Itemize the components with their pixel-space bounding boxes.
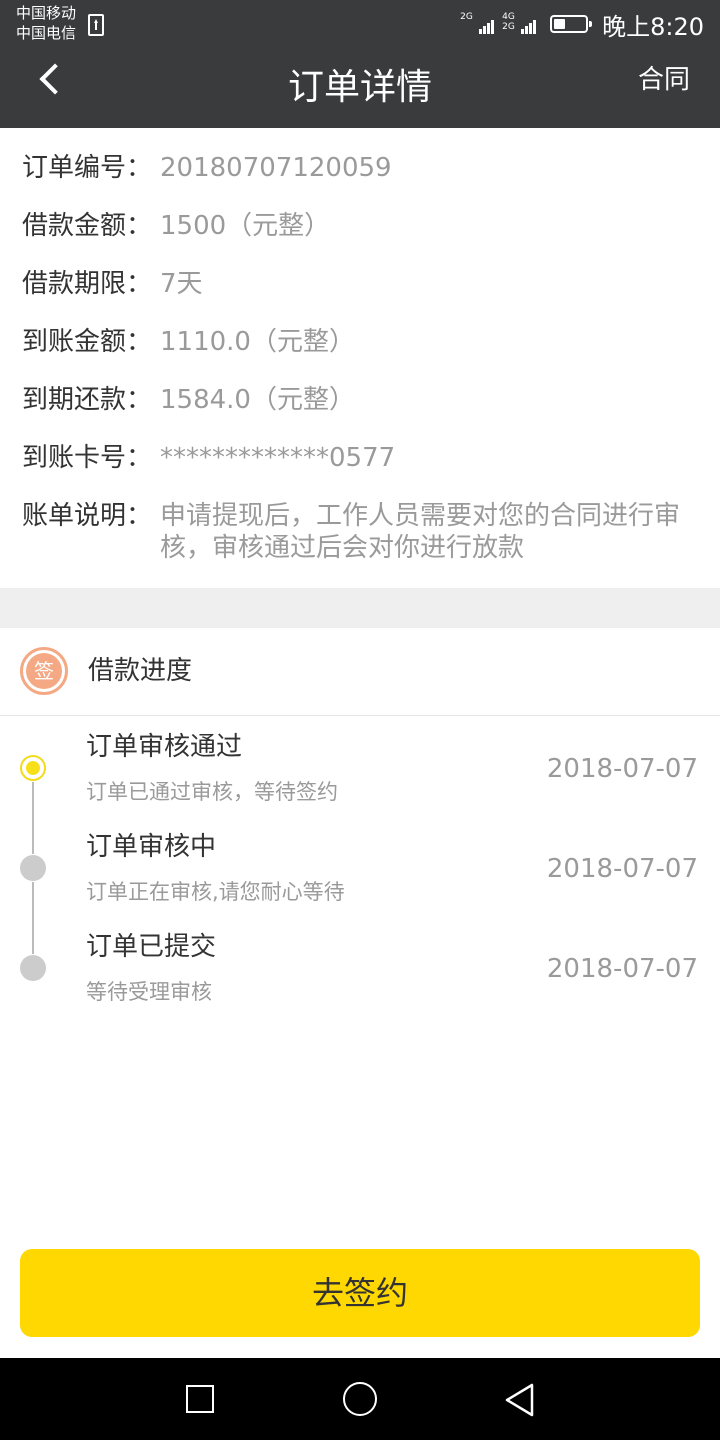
- step-title: 订单审核通过: [86, 732, 243, 762]
- detail-value: *************0577: [160, 443, 396, 473]
- detail-order-number: 订单编号： 20180707120059: [22, 152, 696, 184]
- sim2-network-label: 4G 2G: [502, 12, 515, 32]
- step-desc: 订单正在审核,请您耐心等待: [86, 880, 345, 904]
- recent-apps-icon[interactable]: [186, 1385, 214, 1413]
- detail-label: 借款金额：: [22, 211, 153, 241]
- timeline-dot-active-icon: [20, 755, 46, 781]
- step-date: 2018-07-07: [546, 754, 698, 784]
- sign-badge-text: 签: [26, 653, 62, 689]
- timeline-dot-icon: [20, 955, 46, 981]
- timeline-dot-icon: [20, 855, 46, 881]
- page-title: 订单详情: [287, 67, 432, 108]
- contract-button[interactable]: 合同: [638, 62, 690, 98]
- signal-sim1-icon: 2G: [460, 12, 495, 36]
- detail-value: 申请提现后，工作人员需要对您的合同进行审核，审核通过后会对你进行放款: [160, 501, 681, 563]
- detail-value: 1500（元整）: [160, 211, 331, 241]
- progress-title: 借款进度: [88, 656, 193, 686]
- timeline-connector: [32, 782, 34, 854]
- step-date: 2018-07-07: [546, 854, 698, 884]
- step-title: 订单已提交: [86, 932, 217, 962]
- detail-value: 1110.0（元整）: [160, 327, 355, 357]
- detail-label: 借款期限：: [22, 269, 153, 299]
- detail-value: 7天: [160, 269, 203, 299]
- section-divider: [0, 588, 720, 628]
- detail-bill-note: 账单说明： 申请提现后，工作人员需要对您的合同进行审核，审核通过后会对你进行放款: [22, 500, 696, 564]
- detail-repayment-amount: 到期还款： 1584.0（元整）: [22, 384, 696, 416]
- detail-value: 20180707120059: [160, 153, 392, 183]
- carrier-2: 中国电信: [16, 24, 77, 42]
- step-title: 订单审核中: [86, 832, 217, 862]
- detail-loan-term: 借款期限： 7天: [22, 268, 696, 300]
- step-desc: 订单已通过审核，等待签约: [86, 780, 338, 804]
- sign-badge-icon: 签: [20, 647, 68, 695]
- detail-card-number: 到账卡号： *************0577: [22, 442, 696, 474]
- detail-label: 订单编号：: [22, 153, 153, 183]
- timeline-connector: [32, 882, 34, 954]
- battery-icon: [550, 15, 593, 33]
- back-nav-icon[interactable]: [502, 1382, 538, 1418]
- sim1-network-label: 2G: [460, 12, 473, 22]
- step-desc: 等待受理审核: [86, 980, 212, 1004]
- detail-label: 到期还款：: [22, 385, 153, 415]
- detail-value: 1584.0（元整）: [160, 385, 355, 415]
- status-bar: 中国移动 中国电信 2G 4G 2G 晚上8:20: [0, 0, 720, 48]
- nav-bar: 订单详情 合同: [0, 48, 720, 128]
- detail-label: 到账卡号：: [22, 443, 153, 473]
- upload-icon: [88, 14, 104, 36]
- battery-level: [554, 19, 565, 29]
- home-icon[interactable]: [343, 1382, 377, 1416]
- signal-sim2-icon: 4G 2G: [502, 12, 537, 36]
- progress-header: 签 借款进度: [0, 628, 720, 716]
- status-time: 晚上8:20: [602, 12, 704, 41]
- step-date: 2018-07-07: [546, 954, 698, 984]
- system-nav-bar: [0, 1358, 720, 1440]
- detail-loan-amount: 借款金额： 1500（元整）: [22, 210, 696, 242]
- carrier-1: 中国移动: [16, 4, 77, 22]
- progress-timeline: 订单审核通过 订单已通过审核，等待签约 2018-07-07 订单审核中 订单正…: [0, 716, 720, 1016]
- order-details: 订单编号： 20180707120059 借款金额： 1500（元整） 借款期限…: [0, 128, 720, 588]
- detail-label: 到账金额：: [22, 327, 153, 357]
- sign-button[interactable]: 去签约: [20, 1249, 700, 1337]
- status-indicators: 2G 4G 2G 晚上8:20: [460, 0, 704, 48]
- detail-received-amount: 到账金额： 1110.0（元整）: [22, 326, 696, 358]
- carrier-info: 中国移动 中国电信: [16, 3, 76, 43]
- detail-label: 账单说明：: [22, 501, 153, 531]
